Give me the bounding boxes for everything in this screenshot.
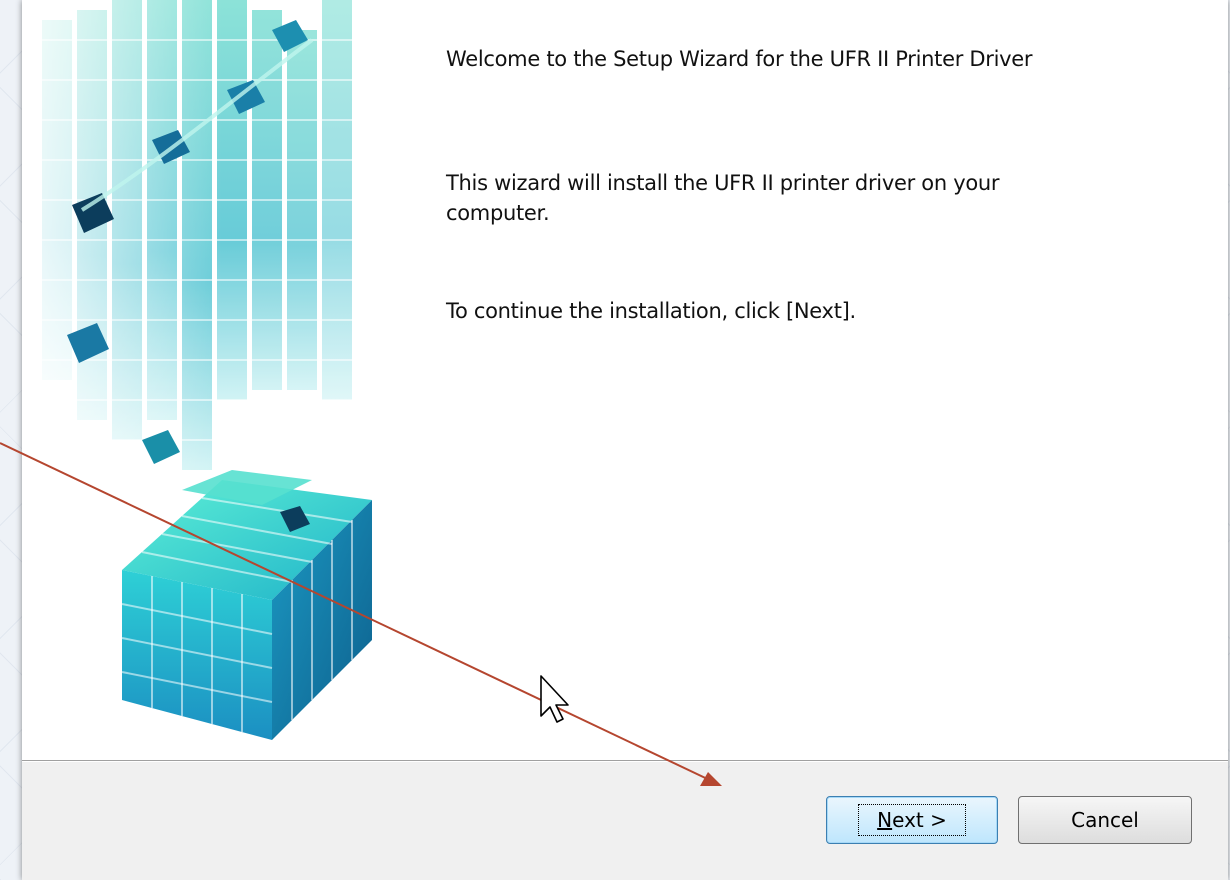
cube-artwork <box>22 0 422 740</box>
cancel-button[interactable]: Cancel <box>1018 796 1192 844</box>
wizard-content: Welcome to the Setup Wizard for the UFR … <box>22 0 1228 760</box>
welcome-title: Welcome to the Setup Wizard for the UFR … <box>446 47 1033 71</box>
next-label: ext > <box>892 808 947 832</box>
setup-wizard-dialog: Welcome to the Setup Wizard for the UFR … <box>22 0 1228 880</box>
wizard-description: This wizard will install the UFR II prin… <box>446 171 1000 225</box>
next-button[interactable]: Next > <box>826 796 998 844</box>
focus-rectangle: Next > <box>858 804 966 836</box>
next-mnemonic: N <box>877 808 893 832</box>
continue-instruction: To continue the installation, click [Nex… <box>446 299 856 323</box>
button-bar: Next > Cancel <box>22 762 1228 880</box>
